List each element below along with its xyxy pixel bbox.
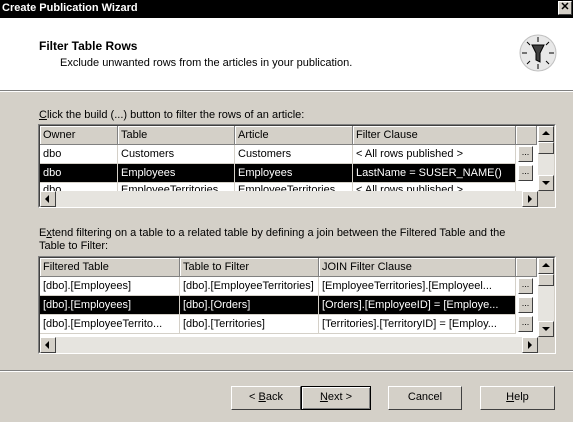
column-table[interactable]: Table xyxy=(118,126,235,145)
column-filter-clause[interactable]: Filter Clause xyxy=(353,126,516,145)
scroll-left-button[interactable] xyxy=(40,191,56,207)
vertical-scrollbar[interactable] xyxy=(538,258,554,337)
scroll-up-button[interactable] xyxy=(538,126,554,142)
page-title: Filter Table Rows xyxy=(39,39,138,53)
arrow-up-icon xyxy=(542,131,550,135)
next-button[interactable]: Next > xyxy=(301,386,371,410)
scroll-thumb[interactable] xyxy=(538,142,554,154)
column-filtered-table[interactable]: Filtered Table xyxy=(40,258,180,277)
articles-label: Click the build (...) button to filter t… xyxy=(39,109,305,121)
horizontal-scrollbar[interactable] xyxy=(40,337,538,353)
back-button[interactable]: < Back xyxy=(231,386,301,410)
build-join-button[interactable]: ... xyxy=(518,316,533,332)
arrow-up-icon xyxy=(542,263,550,267)
arrow-left-icon xyxy=(45,195,49,203)
arrow-down-icon xyxy=(542,181,550,185)
page-subtitle: Exclude unwanted rows from the articles … xyxy=(60,57,353,69)
arrow-right-icon xyxy=(528,341,532,349)
join-filter-label: Extend filtering on a table to a related… xyxy=(39,227,506,239)
arrow-down-icon xyxy=(542,327,550,331)
build-join-button[interactable]: ... xyxy=(518,297,533,313)
column-join-filter-clause[interactable]: JOIN Filter Clause xyxy=(319,258,516,277)
column-table-to-filter[interactable]: Table to Filter xyxy=(180,258,319,277)
scroll-down-button[interactable] xyxy=(538,175,554,191)
horizontal-scrollbar[interactable] xyxy=(40,191,538,207)
window-title: Create Publication Wizard xyxy=(2,2,138,14)
close-icon[interactable]: ✕ xyxy=(558,1,572,15)
wizard-header: Filter Table Rows Exclude unwanted rows … xyxy=(0,18,573,91)
help-button[interactable]: Help xyxy=(480,386,555,410)
column-article[interactable]: Article xyxy=(235,126,353,145)
scroll-right-button[interactable] xyxy=(522,191,538,207)
build-filter-button[interactable]: ... xyxy=(518,146,533,162)
build-filter-button[interactable]: ... xyxy=(518,165,533,181)
wizard-filter-icon xyxy=(519,34,557,72)
build-join-button[interactable]: ... xyxy=(518,278,533,294)
scroll-up-button[interactable] xyxy=(538,258,554,274)
scroll-left-button[interactable] xyxy=(40,337,56,353)
articles-grid[interactable]: Owner Table Article Filter Clause dbo Cu… xyxy=(38,124,556,208)
scroll-down-button[interactable] xyxy=(538,321,554,337)
scroll-right-button[interactable] xyxy=(522,337,538,353)
arrow-right-icon xyxy=(528,195,532,203)
join-filter-label-line2: Table to Filter: xyxy=(39,240,109,252)
scroll-thumb[interactable] xyxy=(538,274,554,286)
vertical-scrollbar[interactable] xyxy=(538,126,554,191)
title-bar: Create Publication Wizard ✕ xyxy=(0,0,573,18)
column-owner[interactable]: Owner xyxy=(40,126,118,145)
join-filters-grid[interactable]: Filtered Table Table to Filter JOIN Filt… xyxy=(38,256,556,354)
cancel-button[interactable]: Cancel xyxy=(388,386,462,410)
arrow-left-icon xyxy=(45,341,49,349)
